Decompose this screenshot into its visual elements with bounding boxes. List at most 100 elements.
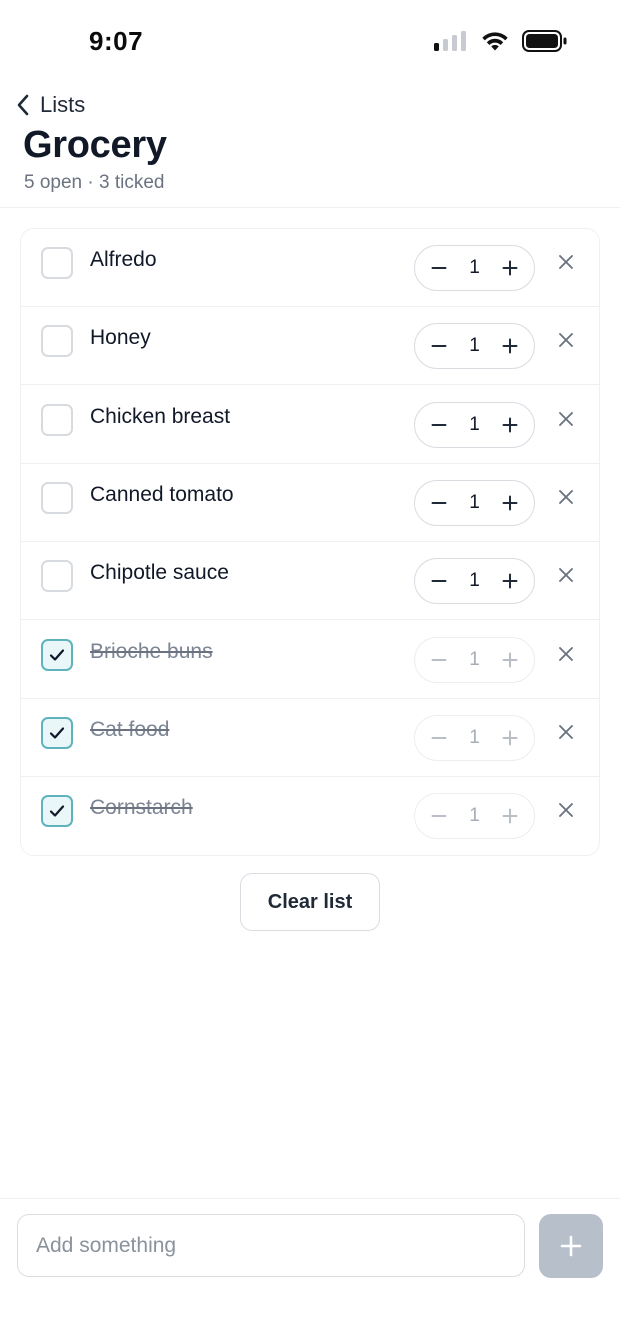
item-name: Honey xyxy=(90,326,151,350)
item-checkbox[interactable] xyxy=(41,325,73,358)
decrease-quantity-button[interactable] xyxy=(429,415,449,435)
minus-icon xyxy=(431,736,447,739)
minus-icon xyxy=(431,815,447,818)
increase-quantity-button[interactable] xyxy=(500,493,520,513)
item-quantity: 1 xyxy=(469,648,480,670)
add-item-input[interactable] xyxy=(17,1214,525,1277)
item-checkbox[interactable] xyxy=(41,716,73,749)
decrease-quantity-button[interactable] xyxy=(429,258,449,278)
increase-quantity-button[interactable] xyxy=(500,728,520,748)
decrease-quantity-button[interactable] xyxy=(429,650,449,670)
item-checkbox[interactable] xyxy=(41,247,73,279)
increase-quantity-button[interactable] xyxy=(500,258,520,278)
increase-quantity-button[interactable] xyxy=(500,336,520,356)
list-item: Cornstarch 1 xyxy=(21,777,599,855)
item-name: Cornstarch xyxy=(90,796,193,820)
back-button[interactable]: Lists xyxy=(16,92,85,118)
item-quantity: 1 xyxy=(469,570,480,592)
item-quantity: 1 xyxy=(469,491,480,513)
list-item: Alfredo 1 xyxy=(21,229,599,307)
list-summary: 5 open · 3 ticked xyxy=(24,172,165,193)
item-checkbox[interactable] xyxy=(41,638,73,671)
item-name: Brioche buns xyxy=(90,639,213,663)
remove-item-button[interactable] xyxy=(555,486,577,508)
battery-icon xyxy=(522,30,567,52)
composer-divider xyxy=(0,1198,620,1199)
item-quantity: 1 xyxy=(469,805,480,827)
item-checkbox[interactable] xyxy=(41,795,73,828)
list-item: Cat food 1 xyxy=(21,699,599,777)
checkmark-icon xyxy=(49,727,65,739)
status-icons xyxy=(434,30,568,52)
decrease-quantity-button[interactable] xyxy=(429,806,449,826)
remove-item-button[interactable] xyxy=(555,643,577,665)
close-icon xyxy=(559,255,573,269)
minus-icon xyxy=(431,423,447,426)
close-icon xyxy=(559,724,573,739)
increase-quantity-button[interactable] xyxy=(500,415,520,435)
item-quantity: 1 xyxy=(469,335,480,357)
remove-item-button[interactable] xyxy=(555,408,577,430)
close-icon xyxy=(559,411,573,426)
close-icon xyxy=(559,333,573,348)
decrease-quantity-button[interactable] xyxy=(429,493,449,513)
minus-icon xyxy=(431,267,447,269)
quantity-stepper: 1 xyxy=(414,401,535,448)
increase-quantity-button[interactable] xyxy=(500,571,520,591)
remove-item-button[interactable] xyxy=(555,799,577,821)
list-item: Chicken breast 1 xyxy=(21,386,599,464)
close-icon xyxy=(559,568,573,583)
cellular-signal-icon xyxy=(434,31,466,51)
increase-quantity-button[interactable] xyxy=(500,806,520,826)
list-item: Canned tomato 1 xyxy=(21,464,599,542)
remove-item-button[interactable] xyxy=(555,251,577,273)
item-checkbox[interactable] xyxy=(41,481,73,514)
chevron-left-icon xyxy=(17,94,29,116)
plus-icon xyxy=(502,730,518,746)
decrease-quantity-button[interactable] xyxy=(429,336,449,356)
list-item: Brioche buns 1 xyxy=(21,621,599,699)
plus-icon xyxy=(502,417,518,433)
item-name: Chipotle sauce xyxy=(90,561,229,585)
plus-icon xyxy=(502,573,518,589)
grocery-list: Alfredo 1 Honey 1 Chicken breast 1 Canne… xyxy=(20,228,600,856)
list-item: Chipotle sauce 1 xyxy=(21,542,599,621)
quantity-stepper: 1 xyxy=(414,714,535,761)
page-title: Grocery xyxy=(23,124,167,166)
wifi-icon xyxy=(482,32,508,51)
quantity-stepper: 1 xyxy=(414,636,535,683)
remove-item-button[interactable] xyxy=(555,721,577,743)
clear-list-button[interactable]: Clear list xyxy=(240,873,380,931)
minus-icon xyxy=(431,580,447,583)
increase-quantity-button[interactable] xyxy=(500,650,520,670)
status-bar: 9:07 xyxy=(0,0,620,84)
checkmark-icon xyxy=(49,805,65,817)
decrease-quantity-button[interactable] xyxy=(429,728,449,748)
quantity-stepper: 1 xyxy=(414,245,535,291)
decrease-quantity-button[interactable] xyxy=(429,571,449,591)
plus-icon xyxy=(502,338,518,354)
header-divider xyxy=(0,207,620,208)
remove-item-button[interactable] xyxy=(555,564,577,586)
item-quantity: 1 xyxy=(469,257,480,278)
minus-icon xyxy=(431,658,447,661)
remove-item-button[interactable] xyxy=(555,329,577,351)
item-name: Cat food xyxy=(90,717,170,741)
list-item: Honey 1 xyxy=(21,307,599,386)
quantity-stepper: 1 xyxy=(414,479,535,526)
item-checkbox[interactable] xyxy=(41,560,73,593)
quantity-stepper: 1 xyxy=(414,558,535,605)
plus-icon xyxy=(502,808,518,824)
close-icon xyxy=(559,489,573,504)
item-name: Alfredo xyxy=(90,248,157,271)
plus-icon xyxy=(502,652,518,667)
item-name: Canned tomato xyxy=(90,482,234,506)
plus-icon xyxy=(560,1235,582,1257)
item-checkbox[interactable] xyxy=(41,403,73,436)
status-time: 9:07 xyxy=(89,26,144,56)
plus-icon xyxy=(502,495,518,511)
back-label: Lists xyxy=(40,92,86,117)
item-name: Chicken breast xyxy=(90,404,231,428)
add-item-button[interactable] xyxy=(539,1214,603,1278)
quantity-stepper: 1 xyxy=(414,323,535,370)
